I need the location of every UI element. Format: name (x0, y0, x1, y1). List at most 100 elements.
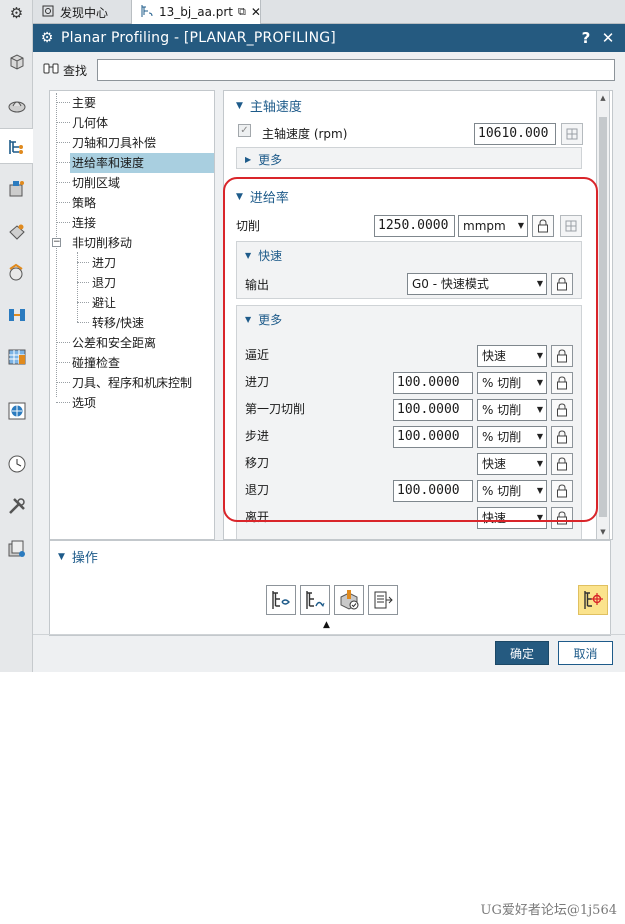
feed-more-title: 更多 (258, 313, 283, 327)
lock-icon[interactable] (551, 507, 573, 529)
engage-field[interactable]: 100.0000 (393, 372, 473, 394)
spindle-more-header[interactable]: ▶ 更多 (245, 151, 282, 168)
chevron-down-icon: ▼ (536, 513, 543, 522)
gear-icon[interactable]: ⚙ (0, 0, 33, 26)
calculator-icon[interactable] (561, 123, 583, 145)
tree-item-engage[interactable]: 进刀 (92, 253, 212, 273)
stepover-field[interactable]: 100.0000 (393, 426, 473, 448)
tree-item-non-cutting-moves[interactable]: 非切削移动 (72, 233, 212, 253)
traversal-label: 移刀 (245, 456, 270, 470)
output-mode-select[interactable]: G0 - 快速模式 ▼ (407, 273, 547, 295)
chevron-down-icon: ▼ (536, 432, 543, 441)
gear-icon[interactable]: ⚙ (33, 30, 61, 46)
feed-more-header[interactable]: ▼ 更多 (245, 311, 282, 328)
tree-item-tolerances[interactable]: 公差和安全距离 (72, 333, 212, 353)
approach-unit-value: 快速 (482, 349, 507, 363)
history-icon[interactable] (5, 452, 28, 475)
tab-discovery-center[interactable]: 发现中心 (33, 0, 129, 24)
machine-navigator-icon[interactable] (5, 177, 28, 200)
collapse-toggle[interactable]: − (52, 238, 61, 247)
tree-item-cut-regions[interactable]: 切削区域 (72, 173, 212, 193)
close-icon[interactable]: ✕ (251, 5, 261, 19)
find-input[interactable] (97, 59, 615, 81)
engage-unit-value: % 切削 (482, 376, 522, 390)
traversal-unit-select[interactable]: 快速 ▼ (477, 453, 547, 475)
tree-item-strategy[interactable]: 策略 (72, 193, 212, 213)
engage-unit-select[interactable]: % 切削 ▼ (477, 372, 547, 394)
tree-item-tool-axis[interactable]: 刀轴和刀具补偿 (72, 133, 212, 153)
tree-item-tool-program-machine[interactable]: 刀具、程序和机床控制 (72, 373, 212, 393)
tree-item-collision-check[interactable]: 碰撞检查 (72, 353, 212, 373)
replay-toolpath-button[interactable] (300, 585, 330, 615)
operations-header[interactable]: ▼ 操作 (58, 547, 98, 566)
spindle-title: 主轴速度 (249, 100, 302, 115)
roles-navigator-icon[interactable] (5, 345, 28, 368)
spindle-more-subsection: ▶ 更多 (236, 147, 582, 169)
engage-label: 进刀 (245, 375, 270, 389)
cut-feed-unit-select[interactable]: mmpm ▼ (458, 215, 528, 237)
lock-icon[interactable] (551, 426, 573, 448)
collapse-dialog-icon[interactable]: ▲ (323, 620, 330, 630)
lock-icon[interactable] (551, 372, 573, 394)
cut-feed-field[interactable]: 1250.0000 (374, 215, 455, 237)
spindle-speed-label: 主轴速度 (rpm) (262, 127, 348, 141)
feed-section-header[interactable]: ▼ 进给率 (236, 187, 289, 206)
tab-part-file[interactable]: 13_bj_aa.prt ⧉ ✕ (131, 0, 261, 24)
first-cut-unit-select[interactable]: % 切削 ▼ (477, 399, 547, 421)
first-cut-field[interactable]: 100.0000 (393, 399, 473, 421)
lock-icon[interactable] (551, 399, 573, 421)
lock-icon[interactable] (551, 480, 573, 502)
departure-unit-select[interactable]: 快速 ▼ (477, 507, 547, 529)
stepover-unit-select[interactable]: % 切削 ▼ (477, 426, 547, 448)
process-navigator-icon[interactable] (5, 303, 28, 326)
web-browser-icon[interactable] (5, 399, 28, 422)
lock-icon[interactable] (551, 273, 573, 295)
help-button[interactable]: ? (575, 29, 597, 47)
close-button[interactable]: ✕ (597, 29, 619, 47)
tree-item-feeds-speeds[interactable]: 进给率和速度 (70, 153, 214, 173)
forum-watermark: UG爱好者论坛@1j564 (480, 903, 617, 918)
retract-field[interactable]: 100.0000 (393, 480, 473, 502)
vertical-scrollbar[interactable]: ▲ ▼ (596, 90, 610, 540)
reuse-library-icon[interactable] (5, 537, 28, 560)
tree-item-main[interactable]: 主要 (72, 93, 212, 113)
tools-icon[interactable] (5, 494, 28, 517)
document-tab-strip: 发现中心 13_bj_aa.prt ⧉ ✕ (33, 0, 625, 24)
scroll-down-icon[interactable]: ▼ (597, 528, 609, 536)
generate-options-button[interactable] (578, 585, 608, 615)
lock-icon[interactable] (551, 345, 573, 367)
tree-item-avoidance[interactable]: 避让 (92, 293, 212, 313)
scroll-up-icon[interactable]: ▲ (597, 94, 609, 102)
tree-item-options[interactable]: 选项 (72, 393, 212, 413)
spindle-speed-field[interactable]: 10610.000 (474, 123, 556, 145)
ok-button[interactable]: 确定 (495, 641, 549, 665)
spindle-speed-checkbox[interactable]: ✓ (238, 124, 251, 137)
spindle-section-header[interactable]: ▼ 主轴速度 (236, 96, 302, 115)
list-toolpath-button[interactable] (368, 585, 398, 615)
tree-item-connections[interactable]: 连接 (72, 213, 212, 233)
cancel-button[interactable]: 取消 (558, 641, 613, 665)
chevron-down-icon: ▼ (536, 405, 543, 414)
tree-item-retract[interactable]: 退刀 (92, 273, 212, 293)
cut-feed-unit-value: mmpm (463, 219, 506, 233)
first-cut-label: 第一刀切削 (245, 402, 306, 416)
operation-navigator-icon[interactable] (5, 135, 28, 158)
lock-icon[interactable] (532, 215, 554, 237)
approach-unit-select[interactable]: 快速 ▼ (477, 345, 547, 367)
feature-navigator-icon[interactable] (5, 220, 28, 243)
tree-item-geometry[interactable]: 几何体 (72, 113, 212, 133)
chevron-down-icon: ▼ (536, 351, 543, 360)
calculator-icon[interactable] (560, 215, 582, 237)
constraint-navigator-icon[interactable] (5, 93, 28, 116)
traversal-unit-value: 快速 (482, 457, 507, 471)
tree-item-transfer-rapid[interactable]: 转移/快速 (92, 313, 212, 333)
assembly-navigator-icon[interactable] (5, 50, 28, 73)
chevron-down-icon: ▼ (536, 459, 543, 468)
rapid-header[interactable]: ▼ 快速 (245, 247, 282, 264)
measure-navigator-icon[interactable] (5, 261, 28, 284)
retract-unit-select[interactable]: % 切削 ▼ (477, 480, 547, 502)
scrollbar-thumb[interactable] (599, 117, 607, 517)
generate-toolpath-button[interactable] (266, 585, 296, 615)
lock-icon[interactable] (551, 453, 573, 475)
verify-toolpath-button[interactable] (334, 585, 364, 615)
